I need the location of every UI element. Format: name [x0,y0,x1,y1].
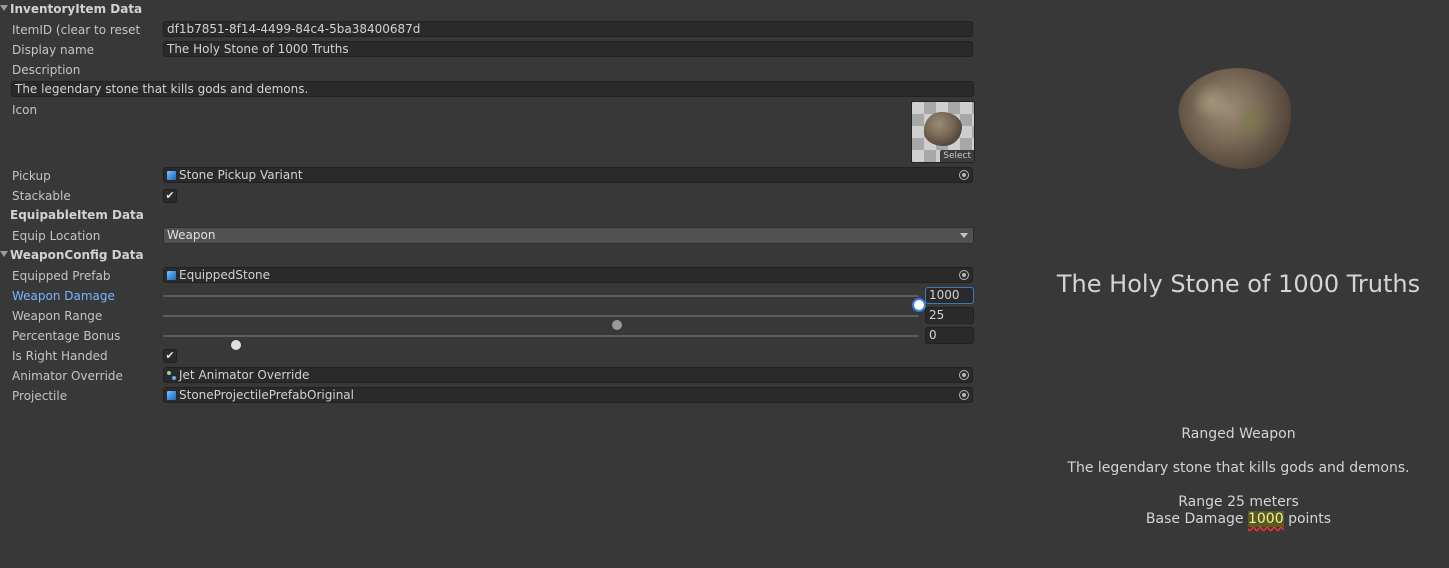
animator-override-value: Jet Animator Override [179,368,310,382]
item-id-row: ItemID (clear to reset df1b7851-8f14-449… [0,20,980,40]
damage-prefix: Base Damage [1145,511,1244,527]
damage-unit: points [1288,511,1332,527]
description-label: Description [12,63,81,77]
equip-location-label: Equip Location [12,229,101,243]
projectile-object-field[interactable]: StoneProjectilePrefabOriginal [163,387,973,403]
pickup-row: Pickup Stone Pickup Variant [0,166,980,186]
pickup-object-field[interactable]: Stone Pickup Variant [163,167,973,183]
percentage-bonus-label: Percentage Bonus [12,329,121,343]
weapon-range-label: Weapon Range [12,309,103,323]
pickup-value: Stone Pickup Variant [179,168,303,182]
weapon-damage-label: Weapon Damage [12,289,115,303]
stackable-row: Stackable ✔ [0,186,980,206]
section-inventory-item-data[interactable]: InventoryItem Data [0,0,980,20]
description-textarea[interactable]: The legendary stone that kills gods and … [11,81,974,97]
display-name-label: Display name [12,43,95,57]
display-name-field[interactable]: The Holy Stone of 1000 Truths [163,41,973,57]
stone-preview-image [1173,60,1299,178]
inspector-panel: InventoryItem Data ItemID (clear to rese… [0,0,980,568]
preview-damage: Base Damage 1000 points [980,511,1449,527]
section-title: WeaponConfig Data [10,248,144,262]
description-row: The legendary stone that kills gods and … [0,80,980,100]
prefab-cube-icon [167,391,176,400]
is-right-handed-checkbox[interactable]: ✔ [163,349,177,363]
weapon-range-row: Weapon Range 25 [0,306,980,330]
animator-override-label: Animator Override [12,369,123,383]
foldout-arrow-icon[interactable] [0,5,8,11]
weapon-damage-slider[interactable] [163,295,924,310]
range-unit: meters [1249,494,1299,510]
projectile-label: Projectile [12,389,68,403]
equipped-prefab-label: Equipped Prefab [12,269,111,283]
damage-value: 1000 [1247,511,1284,527]
equipped-prefab-value: EquippedStone [179,268,271,282]
item-id-field[interactable]: df1b7851-8f14-4499-84c4-5ba38400687d [163,21,973,37]
preview-title: The Holy Stone of 1000 Truths [1056,270,1421,298]
section-equipable-item-data[interactable]: EquipableItem Data [0,206,980,226]
equipped-prefab-row: Equipped Prefab EquippedStone [0,266,980,286]
animator-override-icon [167,371,176,380]
stackable-checkbox[interactable]: ✔ [163,189,177,203]
equip-location-value: Weapon [167,228,216,242]
prefab-cube-icon [167,171,176,180]
section-title: EquipableItem Data [10,208,144,222]
display-name-row: Display name The Holy Stone of 1000 Trut… [0,40,980,60]
description-label-row: Description [0,60,980,80]
range-prefix: Range [1178,494,1223,510]
projectile-row: Projectile StoneProjectilePrefabOriginal [0,386,980,406]
icon-select-button[interactable]: Select [940,150,974,162]
weapon-damage-input[interactable]: 1000 [925,287,974,304]
animator-override-object-field[interactable]: Jet Animator Override [163,367,973,383]
percentage-bonus-slider[interactable] [163,335,919,350]
is-right-handed-label: Is Right Handed [12,349,108,363]
weapon-damage-row: Weapon Damage 1000 [0,286,980,310]
object-picker-icon[interactable] [959,370,969,380]
item-id-label: ItemID (clear to reset [12,23,141,37]
object-picker-icon[interactable] [959,170,969,180]
icon-label: Icon [12,103,38,117]
section-weapon-config-data[interactable]: WeaponConfig Data [0,246,980,266]
pickup-label: Pickup [12,169,51,183]
is-right-handed-row: Is Right Handed ✔ [0,346,980,366]
dropdown-arrow-icon [960,233,968,238]
weapon-range-input[interactable]: 25 [925,307,974,324]
stackable-label: Stackable [12,189,71,203]
projectile-value: StoneProjectilePrefabOriginal [179,388,354,402]
equip-location-dropdown[interactable]: Weapon [163,227,974,244]
equip-location-row: Equip Location Weapon [0,226,980,246]
range-value: 25 [1227,494,1245,510]
preview-range: Range 25 meters [980,494,1449,510]
preview-description: The legendary stone that kills gods and … [1067,460,1410,476]
preview-category: Ranged Weapon [1181,426,1296,442]
rock-icon [924,112,962,146]
weapon-range-slider[interactable] [163,315,919,330]
percentage-bonus-row: Percentage Bonus 0 [0,326,980,350]
item-preview-panel: The Holy Stone of 1000 Truths Ranged Wea… [980,0,1449,568]
animator-override-row: Animator Override Jet Animator Override [0,366,980,386]
prefab-cube-icon [167,271,176,280]
object-picker-icon[interactable] [959,270,969,280]
icon-sprite-field[interactable]: Select [911,101,975,163]
section-title: InventoryItem Data [10,2,143,16]
foldout-arrow-icon[interactable] [0,251,8,257]
object-picker-icon[interactable] [959,390,969,400]
percentage-bonus-input[interactable]: 0 [925,327,974,344]
equipped-prefab-object-field[interactable]: EquippedStone [163,267,973,283]
icon-row: Icon [0,100,980,120]
